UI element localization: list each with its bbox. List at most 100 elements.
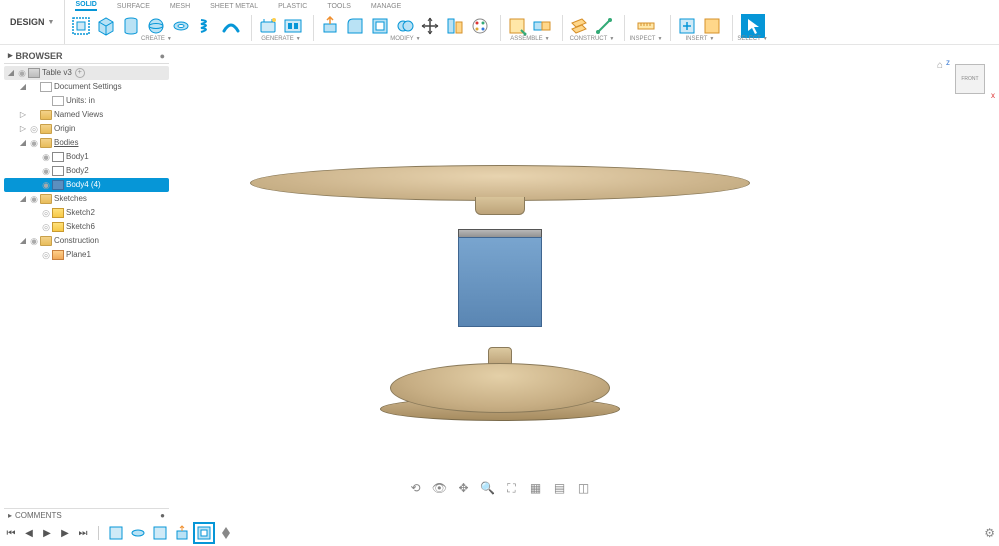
timeline-first-button[interactable]: ⏮: [4, 526, 18, 540]
viewports-button[interactable]: ◫: [576, 480, 592, 496]
ribbon: DESIGN ▼ SOLID SURFACE MESH SHEET METAL …: [0, 0, 999, 45]
axis-z-label: z: [946, 58, 950, 67]
tree-origin[interactable]: ▷◎ Origin: [4, 122, 169, 136]
tree-body2[interactable]: ◉ Body2: [4, 164, 169, 178]
axis-x-label: x: [991, 91, 995, 100]
timeline-feature-shell1[interactable]: [195, 524, 213, 542]
tab-sheet-metal[interactable]: SHEET METAL: [210, 3, 258, 10]
automated-modeling-button[interactable]: [256, 14, 280, 38]
display-settings-button[interactable]: ▦: [528, 480, 544, 496]
toolbar: CREATE▼ GENERATE▼: [65, 13, 999, 44]
combine-button[interactable]: [393, 14, 417, 38]
comments-title: COMMENTS: [15, 511, 62, 520]
browser-header[interactable]: ▸ BROWSER ●: [4, 48, 169, 64]
new-component-button[interactable]: [505, 14, 529, 38]
pipe-button[interactable]: [219, 14, 243, 38]
timeline-play-button[interactable]: ▶: [40, 526, 54, 540]
group-label-modify[interactable]: MODIFY▼: [390, 36, 420, 42]
timeline-prev-button[interactable]: ◀: [22, 526, 36, 540]
appearance-button[interactable]: [468, 14, 492, 38]
group-generate: GENERATE▼: [256, 14, 305, 42]
move-button[interactable]: [418, 14, 442, 38]
add-component-icon[interactable]: +: [75, 68, 85, 78]
measure-button[interactable]: [634, 14, 658, 38]
group-label-construct[interactable]: CONSTRUCT▼: [570, 36, 615, 42]
group-insert: INSERT▼: [675, 14, 724, 42]
sphere-button[interactable]: [144, 14, 168, 38]
tree-bodies[interactable]: ◢◉ Bodies: [4, 136, 169, 150]
model-box-body: [458, 237, 542, 327]
tree-document-settings[interactable]: ◢ Document Settings: [4, 80, 169, 94]
tab-solid[interactable]: SOLID: [75, 1, 96, 11]
model-base-disc: [390, 363, 610, 413]
group-create: CREATE▼: [69, 14, 243, 42]
group-label-inspect[interactable]: INSPECT▼: [629, 36, 662, 42]
model-table-top: [250, 165, 750, 201]
insert-derive-button[interactable]: [675, 14, 699, 38]
group-label-generate[interactable]: GENERATE▼: [261, 36, 301, 42]
browser-panel: ▸ BROWSER ● ◢◉ Table v3 + ◢ Document Set…: [4, 48, 169, 264]
tab-tools[interactable]: TOOLS: [327, 3, 351, 10]
tree-plane1[interactable]: ◎ Plane1: [4, 248, 169, 262]
generative-design-button[interactable]: [281, 14, 305, 38]
timeline-feature-sketch1[interactable]: [107, 524, 125, 542]
browser-title: BROWSER: [16, 51, 63, 61]
offset-plane-button[interactable]: [567, 14, 591, 38]
fit-button[interactable]: ⛶: [504, 480, 520, 496]
torus-button[interactable]: [169, 14, 193, 38]
timeline-marker[interactable]: [217, 524, 235, 542]
model-top-stub: [475, 197, 525, 215]
tree-root[interactable]: ◢◉ Table v3 +: [4, 66, 169, 80]
tab-mesh[interactable]: MESH: [170, 3, 190, 10]
tree-units[interactable]: Units: in: [4, 94, 169, 108]
tree-body1[interactable]: ◉ Body1: [4, 150, 169, 164]
group-label-assemble[interactable]: ASSEMBLE▼: [510, 36, 549, 42]
fillet-button[interactable]: [343, 14, 367, 38]
timeline-settings-icon[interactable]: ⚙: [984, 526, 995, 540]
tab-surface[interactable]: SURFACE: [117, 3, 150, 10]
comments-panel[interactable]: ▸ COMMENTS ●: [4, 508, 169, 522]
align-button[interactable]: [443, 14, 467, 38]
tree-sketch2[interactable]: ◎ Sketch2: [4, 206, 169, 220]
workspace-switcher[interactable]: DESIGN ▼: [0, 0, 65, 44]
timeline-last-button[interactable]: ⏭: [76, 526, 90, 540]
grid-settings-button[interactable]: ▤: [552, 480, 568, 496]
browser-tree: ◢◉ Table v3 + ◢ Document Settings Units:…: [4, 64, 169, 264]
shell-button[interactable]: [368, 14, 392, 38]
group-label-create[interactable]: CREATE▼: [141, 36, 172, 42]
comments-options-icon[interactable]: ●: [160, 511, 165, 520]
box-button[interactable]: [94, 14, 118, 38]
zoom-button[interactable]: 🔍: [480, 480, 496, 496]
view-cube[interactable]: ⌂ FRONT z x: [949, 60, 991, 102]
tree-body4[interactable]: ◉ Body4 (4): [4, 178, 169, 192]
view-cube-face[interactable]: FRONT: [955, 64, 985, 94]
pan-button[interactable]: ✥: [456, 480, 472, 496]
timeline-feature-sketch2[interactable]: [151, 524, 169, 542]
tree-sketches[interactable]: ◢◉ Sketches: [4, 192, 169, 206]
orbit-button[interactable]: ⟲: [408, 480, 424, 496]
tree-named-views[interactable]: ▷ Named Views: [4, 108, 169, 122]
tab-manage[interactable]: MANAGE: [371, 3, 401, 10]
cylinder-button[interactable]: [119, 14, 143, 38]
coil-button[interactable]: [194, 14, 218, 38]
timeline-feature-extrude1[interactable]: [173, 524, 191, 542]
group-label-select[interactable]: SELECT▼: [737, 36, 767, 42]
look-at-button[interactable]: 👁: [432, 480, 448, 496]
joint-button[interactable]: [530, 14, 554, 38]
insert-mcmaster-button[interactable]: [700, 14, 724, 38]
new-sketch-button[interactable]: [69, 14, 93, 38]
group-label-insert[interactable]: INSERT▼: [685, 36, 714, 42]
home-view-icon[interactable]: ⌂: [937, 60, 943, 71]
tree-construction[interactable]: ◢◉ Construction: [4, 234, 169, 248]
tab-plastic[interactable]: PLASTIC: [278, 3, 307, 10]
press-pull-button[interactable]: [318, 14, 342, 38]
group-construct: CONSTRUCT▼: [567, 14, 616, 42]
tree-sketch6[interactable]: ◎ Sketch6: [4, 220, 169, 234]
ribbon-tabs: SOLID SURFACE MESH SHEET METAL PLASTIC T…: [65, 0, 999, 13]
select-button[interactable]: [741, 14, 765, 38]
axis-button[interactable]: [592, 14, 616, 38]
browser-options-icon[interactable]: ●: [160, 51, 165, 61]
group-select: SELECT▼: [737, 14, 767, 42]
timeline-next-button[interactable]: ▶: [58, 526, 72, 540]
timeline-feature-revolve1[interactable]: [129, 524, 147, 542]
